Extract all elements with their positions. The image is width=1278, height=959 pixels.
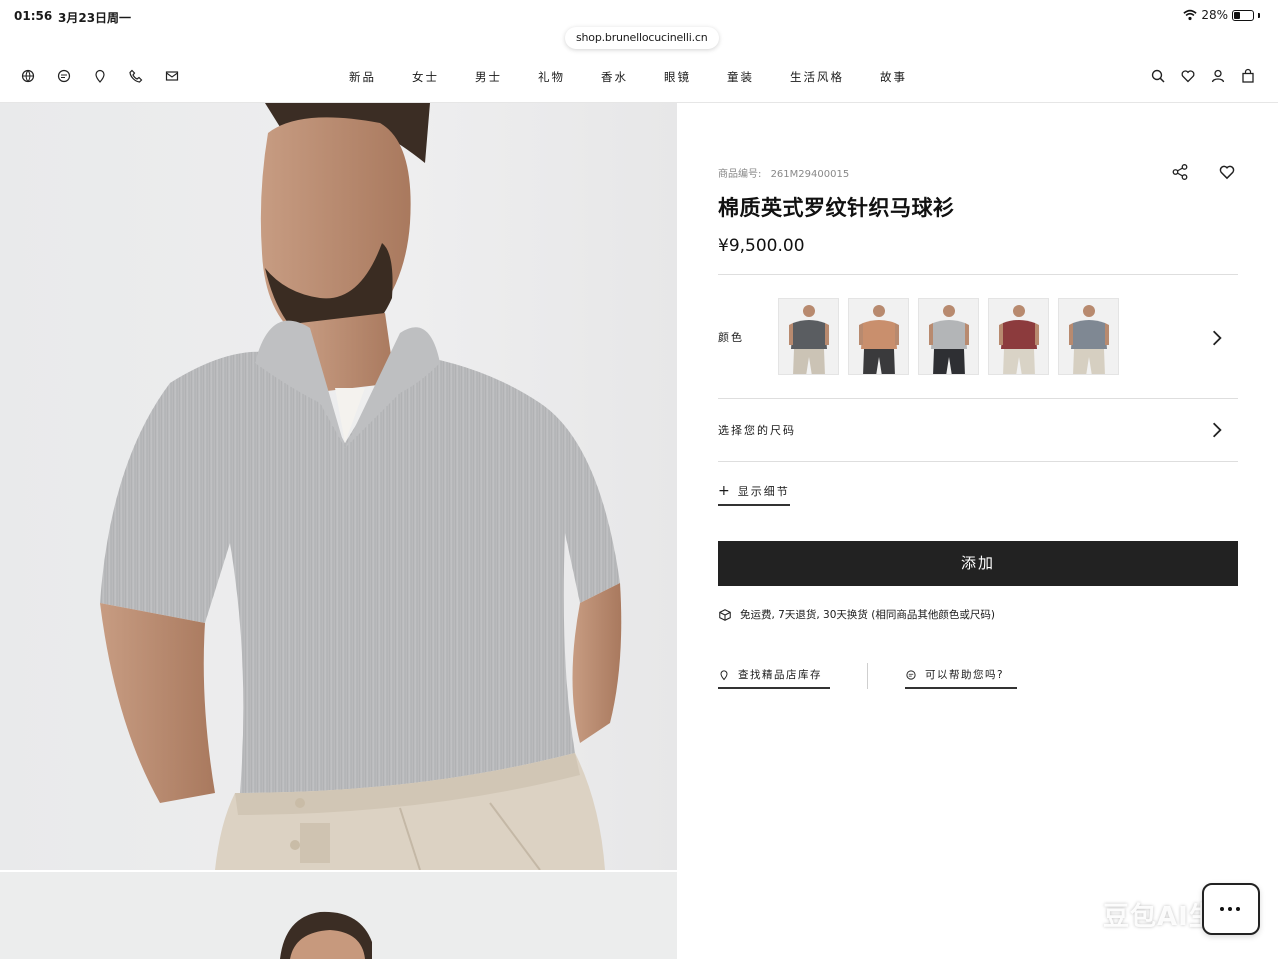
nav-item-kids[interactable]: 童装 <box>727 69 754 85</box>
nav-item-men[interactable]: 男士 <box>475 69 502 85</box>
nav-item-fragrance[interactable]: 香水 <box>601 69 628 85</box>
nav-item-women[interactable]: 女士 <box>412 69 439 85</box>
shipping-info: 免运费, 7天退货, 30天换货 (相同商品其他颜色或尺码) <box>718 607 995 622</box>
store-link-label: 查找精品店库存 <box>738 669 822 681</box>
globe-icon[interactable] <box>20 68 36 84</box>
color-swatch-burgundy[interactable] <box>988 298 1049 375</box>
help-link[interactable]: 可以帮助您吗? <box>905 667 1017 689</box>
nav-utility-icons <box>20 68 180 84</box>
color-swatch-light-grey[interactable] <box>918 298 979 375</box>
package-icon <box>719 608 731 621</box>
heart-icon[interactable] <box>1180 68 1196 84</box>
search-icon[interactable] <box>1150 68 1166 84</box>
show-details-link[interactable]: + 显示细节 <box>718 483 790 506</box>
color-swatch-terracotta[interactable] <box>848 298 909 375</box>
nav-item-gifts[interactable]: 礼物 <box>538 69 565 85</box>
swatch-model <box>789 305 829 374</box>
color-label: 颜色 <box>718 331 744 344</box>
product-sku: 商品编号: 261M29400015 <box>718 165 849 180</box>
nav-item-new[interactable]: 新品 <box>349 69 376 85</box>
divider <box>718 274 1238 275</box>
help-link-label: 可以帮助您吗? <box>925 669 1005 681</box>
chat-icon[interactable] <box>56 68 72 84</box>
nav-item-stories[interactable]: 故事 <box>880 69 907 85</box>
chat-button[interactable] <box>1202 883 1260 935</box>
chat-icon <box>906 669 916 680</box>
battery-icon <box>1232 9 1254 21</box>
swatch-model <box>859 305 899 374</box>
address-bar[interactable]: shop.brunellocucinelli.cn <box>565 27 719 49</box>
mail-icon[interactable] <box>164 68 180 84</box>
swatch-model <box>929 305 969 374</box>
nav-item-lifestyle[interactable]: 生活风格 <box>790 69 844 85</box>
nav-action-icons <box>1150 68 1256 84</box>
link-separator <box>867 663 868 689</box>
plus-icon: + <box>718 483 730 499</box>
bag-icon[interactable] <box>1240 68 1256 84</box>
swatch-model <box>999 305 1039 374</box>
nav-item-eyewear[interactable]: 眼镜 <box>664 69 691 85</box>
divider <box>718 398 1238 399</box>
top-navigation: 新品 女士 男士 礼物 香水 眼镜 童装 生活风格 故事 <box>0 53 1278 103</box>
location-icon[interactable] <box>92 68 108 84</box>
find-store-link[interactable]: 查找精品店库存 <box>718 667 830 689</box>
chevron-right-icon[interactable] <box>1208 328 1226 348</box>
product-price: ¥9,500.00 <box>718 236 805 256</box>
wifi-icon <box>1183 9 1197 21</box>
shipping-text: 免运费, 7天退货, 30天换货 (相同商品其他颜色或尺码) <box>740 609 995 621</box>
product-title: 棉质英式罗纹针织马球衫 <box>718 196 955 220</box>
main-menu: 新品 女士 男士 礼物 香水 眼镜 童装 生活风格 故事 <box>349 69 907 85</box>
status-right: 28% <box>1183 8 1260 22</box>
size-selector[interactable]: 选择您的尺码 <box>718 422 796 438</box>
share-icon[interactable] <box>1171 163 1189 181</box>
location-icon <box>720 669 728 680</box>
swatch-model <box>1069 305 1109 374</box>
product-secondary-image[interactable] <box>0 872 677 959</box>
model-photo-2 <box>280 911 372 959</box>
color-swatches <box>778 298 1119 375</box>
phone-icon[interactable] <box>128 68 144 84</box>
sku-value: 261M29400015 <box>770 169 850 180</box>
chevron-right-icon[interactable] <box>1208 420 1226 440</box>
status-time: 01:56 <box>14 9 53 23</box>
model-photo <box>100 103 622 870</box>
status-date: 3月23日周一 <box>58 11 132 25</box>
divider <box>718 461 1238 462</box>
add-to-cart-button[interactable]: 添加 <box>718 541 1238 586</box>
color-swatch-charcoal[interactable] <box>778 298 839 375</box>
user-icon[interactable] <box>1210 68 1226 84</box>
product-main-image[interactable] <box>0 103 677 870</box>
more-dots-icon <box>1220 907 1240 911</box>
color-swatch-grey-blue[interactable] <box>1058 298 1119 375</box>
battery-percent: 28% <box>1201 8 1228 22</box>
wishlist-heart-icon[interactable] <box>1218 163 1236 181</box>
sku-label: 商品编号: <box>718 169 762 180</box>
details-label: 显示细节 <box>737 485 790 498</box>
